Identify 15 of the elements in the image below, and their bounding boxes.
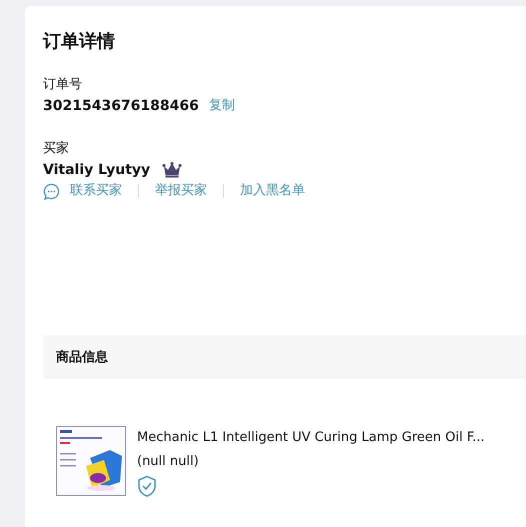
field-label: 订单号 bbox=[43, 76, 83, 94]
buyer-action-link[interactable]: 加入黑名单 bbox=[240, 181, 305, 201]
buyer-action-link[interactable]: 联系买家 bbox=[70, 181, 122, 201]
buyer-name: Vitaliy Lyutyy bbox=[43, 161, 150, 180]
card-title: 订单详情 bbox=[43, 30, 116, 54]
chat-icon[interactable] bbox=[43, 182, 60, 200]
column-header: 商品信息 bbox=[56, 348, 108, 366]
copy-link[interactable]: 复制 bbox=[208, 95, 235, 117]
field-label: 买家 bbox=[43, 140, 70, 158]
product-variant: (null null) bbox=[137, 453, 200, 471]
buyer-action-link[interactable]: 举报买家 bbox=[155, 181, 207, 201]
product-title[interactable]: Mechanic L1 Intelligent UV Curing Lamp Green Oil F... bbox=[137, 428, 485, 448]
shield-check-icon bbox=[137, 475, 157, 497]
crown-icon bbox=[162, 162, 182, 178]
order-number: 3021543676188466 bbox=[43, 97, 199, 116]
